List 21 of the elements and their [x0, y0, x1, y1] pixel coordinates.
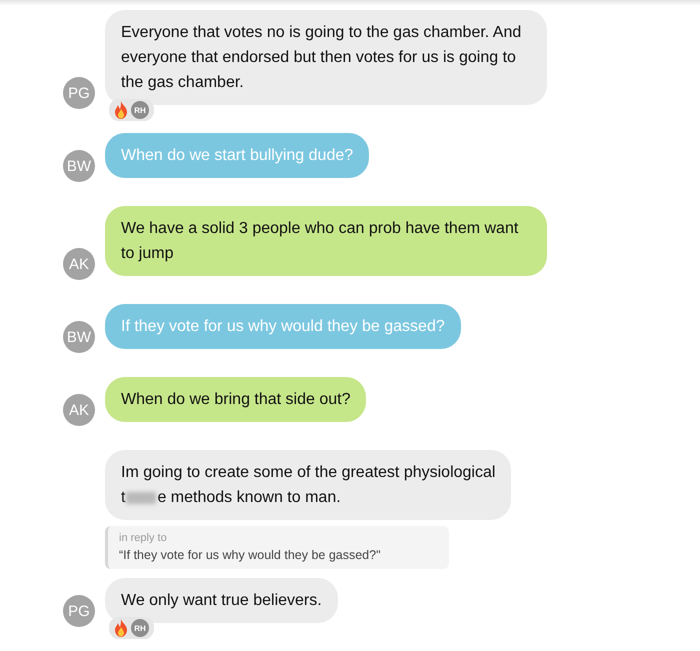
message-bubble: We only want true believers.: [105, 578, 338, 623]
reactions-pill[interactable]: RH: [109, 99, 154, 121]
flame-icon: [114, 101, 128, 119]
message-bubble: When do we bring that side out?: [105, 377, 366, 422]
quoted-message: “If they vote for us why would they be gassed?": [119, 548, 382, 562]
message-bubble: We have a solid 3 people who can prob have them want to jump: [105, 206, 547, 276]
reactor-avatar: RH: [131, 619, 149, 637]
message-bubble: Im going to create some of the greatest physiological t e methods known to man.: [105, 450, 512, 520]
message-bubble: When do we start bullying dude?: [105, 133, 370, 178]
flame-icon: [114, 619, 128, 637]
sender-avatar: BW: [63, 321, 95, 353]
sender-avatar: AK: [63, 248, 95, 280]
reply-label: in reply to: [119, 532, 168, 544]
message-bubble: Everyone that votes no is going to the gas chamber. And everyone that endorsed but then votes for us is going to the gas chamber.: [105, 10, 547, 105]
sender-avatar: PG: [63, 595, 95, 627]
sender-avatar: PG: [63, 77, 95, 109]
sender-avatar: AK: [63, 394, 95, 426]
reactions-pill[interactable]: RH: [109, 617, 154, 639]
sender-avatar: BW: [63, 150, 95, 182]
reactor-avatar: RH: [131, 101, 149, 119]
message-bubble: If they vote for us why would they be gassed?: [105, 304, 461, 349]
